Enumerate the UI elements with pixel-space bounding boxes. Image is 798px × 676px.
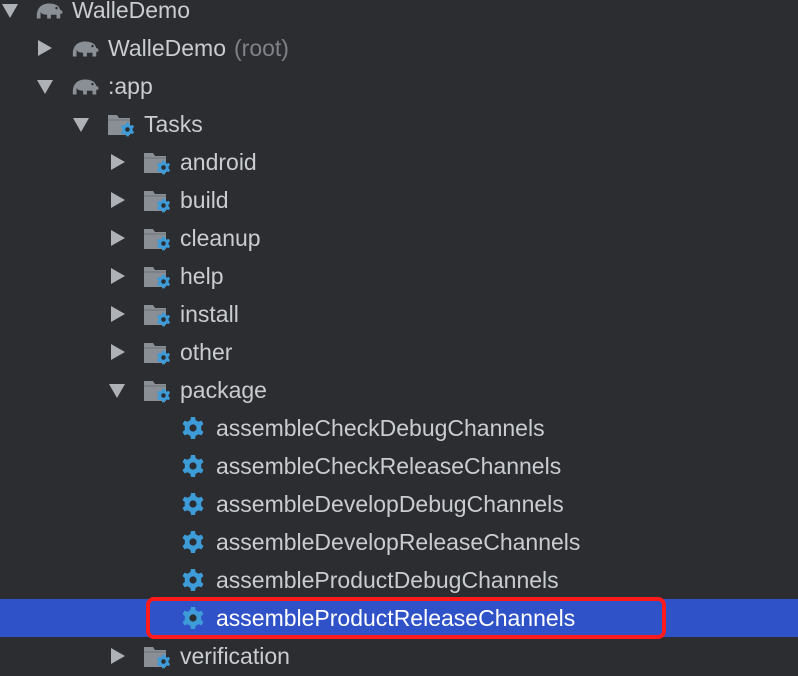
- expand-arrow-down-icon[interactable]: [109, 384, 125, 398]
- task-folder-icon: [142, 187, 172, 213]
- task-item-assemble-product-debug-channels[interactable]: assembleProductDebugChannels: [0, 561, 798, 599]
- task-folder-icon: [142, 339, 172, 365]
- tree-node-label: help: [180, 263, 224, 289]
- tree-node-tasks[interactable]: Tasks: [0, 105, 798, 143]
- task-label: assembleDevelopReleaseChannels: [216, 529, 581, 555]
- tree-node-group-verification[interactable]: verification: [0, 637, 798, 675]
- expand-arrow-down-icon[interactable]: [73, 118, 89, 132]
- expand-arrow-right-icon[interactable]: [111, 192, 125, 208]
- expand-arrow-right-icon[interactable]: [111, 306, 125, 322]
- task-label: assembleProductDebugChannels: [216, 567, 559, 593]
- gradle-elephant-icon: [70, 73, 100, 99]
- task-item-assemble-develop-debug-channels[interactable]: assembleDevelopDebugChannels: [0, 485, 798, 523]
- gear-icon: [181, 454, 205, 478]
- gradle-elephant-icon: [70, 35, 100, 61]
- gradle-task-tree: WalleDemo WalleDemo (root) :app Tasks and…: [0, 0, 798, 676]
- tree-node-group-cleanup[interactable]: cleanup: [0, 219, 798, 257]
- tree-node-group-install[interactable]: install: [0, 295, 798, 333]
- tree-node-group-other[interactable]: other: [0, 333, 798, 371]
- root-suffix: (root): [234, 35, 289, 61]
- task-folder-icon: [142, 643, 172, 669]
- tree-node-walledemo-root[interactable]: WalleDemo (root): [0, 29, 798, 67]
- tree-node-app[interactable]: :app: [0, 67, 798, 105]
- gear-icon: [181, 568, 205, 592]
- expand-arrow-right-icon[interactable]: [111, 154, 125, 170]
- tree-node-group-build[interactable]: build: [0, 181, 798, 219]
- tree-node-label: Tasks: [144, 111, 203, 137]
- tree-node-group-package[interactable]: package: [0, 371, 798, 409]
- gradle-elephant-icon: [34, 0, 64, 23]
- task-folder-icon: [142, 377, 172, 403]
- task-label: assembleCheckReleaseChannels: [216, 453, 562, 479]
- tree-node-label: build: [180, 187, 229, 213]
- highlight-annotation-box: [146, 597, 666, 639]
- expand-arrow-down-icon[interactable]: [37, 80, 53, 94]
- task-label: assembleCheckDebugChannels: [216, 415, 545, 441]
- tree-node-label: verification: [180, 643, 290, 669]
- tree-node-label: cleanup: [180, 225, 261, 251]
- tree-node-label: :app: [108, 73, 153, 99]
- task-folder-icon: [106, 111, 136, 137]
- expand-arrow-right-icon[interactable]: [111, 268, 125, 284]
- tree-node-label: other: [180, 339, 233, 365]
- expand-arrow-down-icon[interactable]: [2, 4, 18, 18]
- tree-node-walledemo[interactable]: WalleDemo: [0, 0, 798, 29]
- task-item-assemble-check-debug-channels[interactable]: assembleCheckDebugChannels: [0, 409, 798, 447]
- tree-node-label: android: [180, 149, 257, 175]
- task-folder-icon: [142, 263, 172, 289]
- expand-arrow-right-icon[interactable]: [111, 230, 125, 246]
- task-folder-icon: [142, 225, 172, 251]
- gear-icon: [181, 492, 205, 516]
- task-label: assembleDevelopDebugChannels: [216, 491, 564, 517]
- tree-node-label: WalleDemo (root): [108, 35, 289, 61]
- task-folder-icon: [142, 149, 172, 175]
- tree-node-label: WalleDemo: [72, 0, 191, 23]
- task-item-assemble-check-release-channels[interactable]: assembleCheckReleaseChannels: [0, 447, 798, 485]
- tree-node-label: install: [180, 301, 239, 327]
- task-folder-icon: [142, 301, 172, 327]
- tree-node-group-help[interactable]: help: [0, 257, 798, 295]
- gear-icon: [181, 416, 205, 440]
- expand-arrow-right-icon[interactable]: [111, 344, 125, 360]
- expand-arrow-right-icon[interactable]: [111, 648, 125, 664]
- gear-icon: [181, 530, 205, 554]
- expand-arrow-right-icon[interactable]: [38, 40, 52, 56]
- task-item-assemble-develop-release-channels[interactable]: assembleDevelopReleaseChannels: [0, 523, 798, 561]
- tree-node-group-android[interactable]: android: [0, 143, 798, 181]
- tree-node-label: package: [180, 377, 267, 403]
